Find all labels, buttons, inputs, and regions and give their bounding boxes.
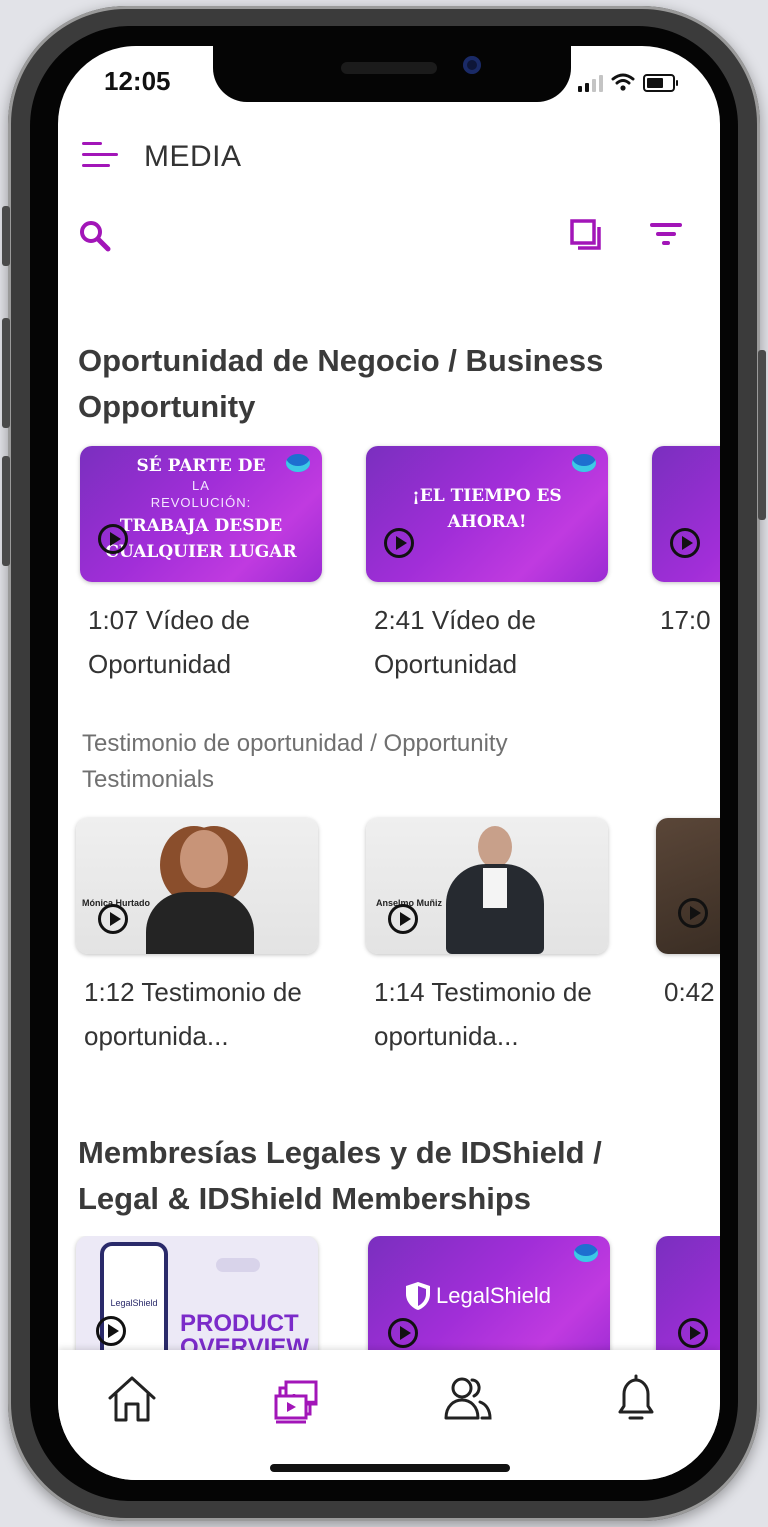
video-caption: 1:07 Vídeo de Oportunidad <box>88 605 250 679</box>
thumbnail-text: REVOLUCIÓN: <box>150 495 252 510</box>
play-icon[interactable] <box>388 904 418 934</box>
notifications-icon[interactable] <box>606 1372 666 1426</box>
person-image <box>180 830 228 888</box>
mute-switch <box>2 206 10 266</box>
video-thumbnail: LegalShield <box>368 1236 610 1350</box>
play-icon[interactable] <box>388 1318 418 1348</box>
media-icon[interactable] <box>268 1372 328 1426</box>
person-image <box>146 892 254 954</box>
video-caption: 1:12 Testimonio de oportunida... <box>84 977 302 1051</box>
section-title-business-opportunity: Oportunidad de Negocio / Business Opport… <box>78 343 604 424</box>
play-icon[interactable] <box>670 528 700 558</box>
bottom-nav <box>58 1350 720 1480</box>
status-time: 12:05 <box>104 66 171 96</box>
video-caption: 0:42 de o <box>664 977 720 1007</box>
menu-icon[interactable] <box>82 142 118 174</box>
video-caption: 17:0 Pres <box>660 605 720 635</box>
video-thumbnail: ¡EL TIEMPO ES AHORA! <box>366 446 608 582</box>
notch <box>213 46 571 102</box>
volume-up-button <box>2 318 10 428</box>
contacts-icon[interactable] <box>438 1372 498 1426</box>
shield-icon <box>406 1282 430 1310</box>
cloud-graphic <box>216 1258 260 1272</box>
play-icon[interactable] <box>98 904 128 934</box>
video-thumbnail <box>656 1236 720 1350</box>
video-thumbnail: Mónica Hurtado <box>76 818 318 954</box>
video-thumbnail <box>656 818 720 954</box>
video-caption: 2:41 Vídeo de Oportunidad <box>374 605 536 679</box>
thumbnail-text: OVERVIEW <box>180 1334 309 1351</box>
thumbnail-text: LegalShield <box>436 1283 551 1308</box>
toolbar <box>58 211 720 261</box>
phone-graphic-label: LegalShield <box>110 1298 158 1308</box>
thumbnail-text: ¡EL TIEMPO ES <box>412 486 562 506</box>
play-icon[interactable] <box>384 528 414 558</box>
video-caption: 1:14 Testimonio de oportunida... <box>374 977 592 1051</box>
status-icons <box>578 72 678 92</box>
grid-view-icon[interactable] <box>568 217 604 253</box>
speaker <box>341 62 437 74</box>
page-title: MEDIA <box>144 140 242 173</box>
play-icon[interactable] <box>98 524 128 554</box>
video-thumbnail <box>652 446 720 582</box>
app-header: MEDIA <box>58 126 720 196</box>
brand-logo-icon <box>572 454 596 472</box>
shirt <box>483 868 507 908</box>
thumbnail-text: LA <box>192 478 210 493</box>
wifi-icon <box>611 73 635 91</box>
power-button <box>758 350 766 520</box>
video-thumbnail: Anselmo Muñiz <box>366 818 608 954</box>
volume-down-button <box>2 456 10 566</box>
video-thumbnail: SÉ PARTE DE LA REVOLUCIÓN: TRABAJA DESDE… <box>80 446 322 582</box>
search-icon[interactable] <box>78 219 112 253</box>
signal-icon <box>578 74 603 92</box>
brand-logo-icon <box>574 1244 598 1262</box>
video-thumbnail: LegalShield PRODUCT OVERVIEW <box>76 1236 318 1350</box>
play-icon[interactable] <box>678 1318 708 1348</box>
play-icon[interactable] <box>678 898 708 928</box>
battery-icon <box>643 74 678 92</box>
person-image <box>478 826 512 868</box>
home-icon[interactable] <box>102 1372 162 1426</box>
video-row-memberships: LegalShield PRODUCT OVERVIEW LegalShield <box>58 1236 720 1350</box>
play-icon[interactable] <box>96 1316 126 1346</box>
screen: 12:05 MEDIA Oportunidad de Negocio / Bus… <box>58 46 720 1480</box>
section-title-testimonials: Testimonio de oportunidad / Opportunity … <box>82 730 508 793</box>
home-indicator[interactable] <box>270 1464 510 1472</box>
thumbnail-text: PRODUCT <box>180 1310 299 1337</box>
front-camera <box>463 56 481 74</box>
filter-icon[interactable] <box>648 219 684 251</box>
thumbnail-text: SÉ PARTE DE <box>136 456 266 476</box>
section-title-memberships: Membresías Legales y de IDShield / Legal… <box>78 1135 602 1216</box>
